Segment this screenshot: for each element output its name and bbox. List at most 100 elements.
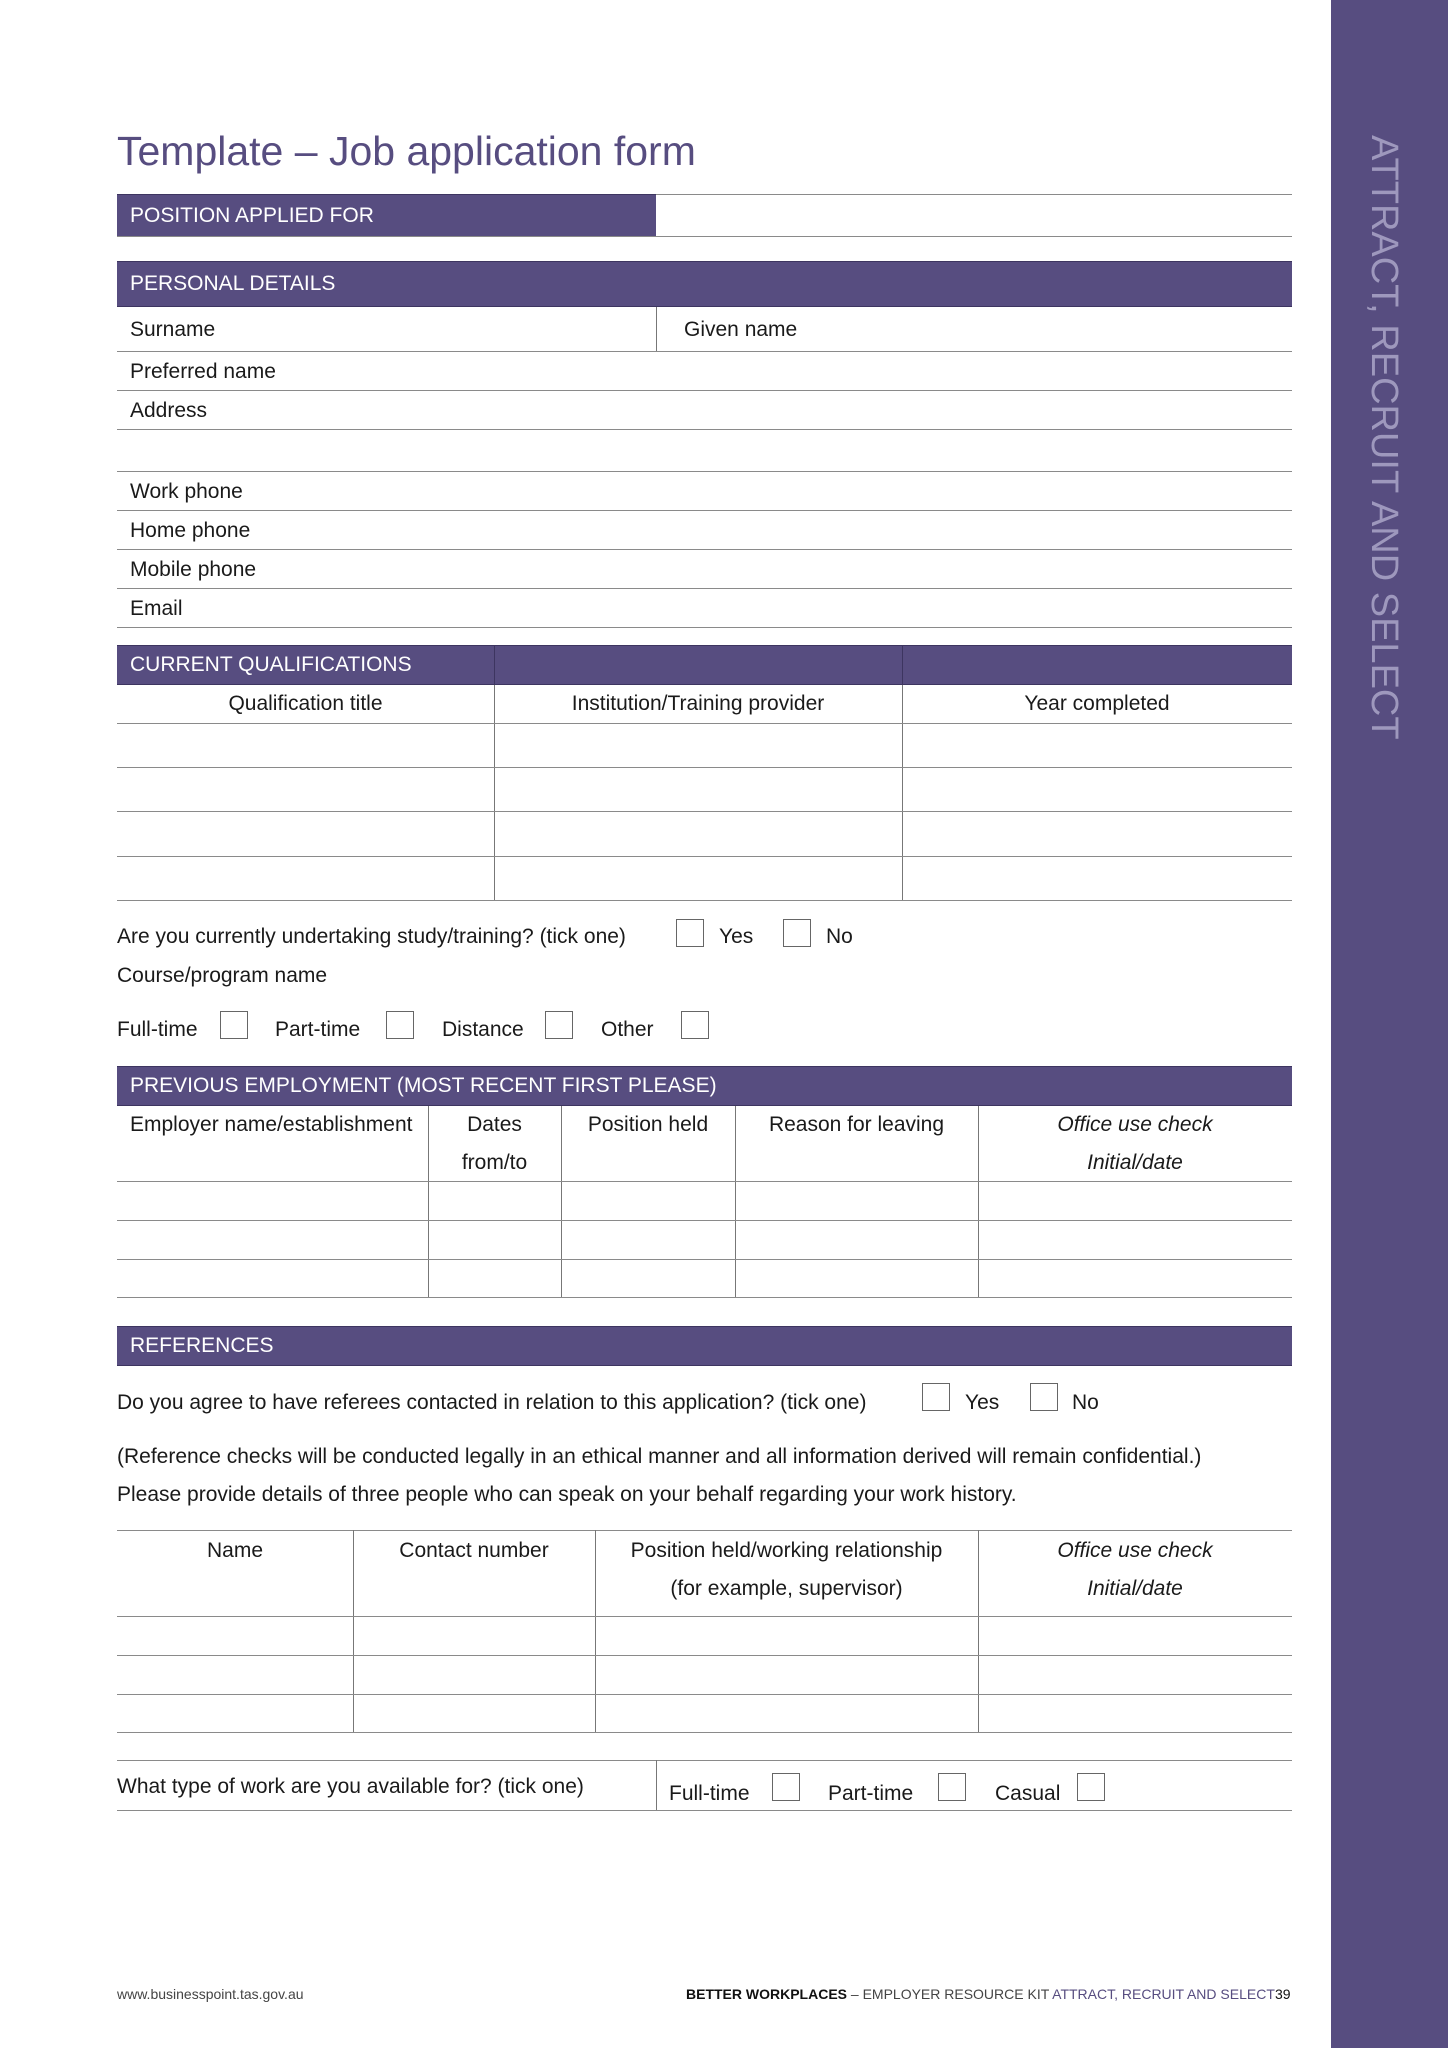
divider [656,1760,657,1810]
course-name-field[interactable]: Course/program name [117,964,327,988]
column-header: Initial/date [1087,1151,1183,1174]
avail-casual-checkbox[interactable] [1077,1773,1105,1801]
mode-label: Part-time [275,1018,361,1041]
divider [117,390,1292,391]
column-header: Position held [587,1113,709,1136]
given-name-field[interactable]: Given name [684,318,797,342]
divider [902,685,903,901]
column-header: (for example, supervisor) [670,1577,903,1600]
divider [117,723,1292,724]
study-no-checkbox[interactable] [783,919,811,947]
mode-label: Distance [442,1018,524,1041]
section-header-qualifications: CURRENT QUALIFICATIONS [117,645,1292,685]
divider [117,1810,1292,1811]
column-header: Dates [467,1113,522,1136]
referee-yes-label: Yes [965,1391,1000,1414]
column-header: Employer name/establishment [130,1113,413,1136]
referee-question: Do you agree to have referees contacted … [117,1391,867,1414]
divider [656,307,657,352]
table-row[interactable] [117,1732,1292,1733]
mode-label: Full-time [117,1018,198,1041]
column-header: Office use check [1057,1113,1213,1136]
reference-instruction: Please provide details of three people w… [117,1483,1017,1506]
section-title: REFERENCES [130,1334,274,1357]
referee-yes-checkbox[interactable] [922,1383,950,1411]
study-yes-label: Yes [719,925,754,948]
address-field[interactable]: Address [130,399,207,423]
referee-no-label: No [1072,1391,1099,1414]
avail-part-time-checkbox[interactable] [938,1773,966,1801]
column-header: Initial/date [1087,1577,1183,1600]
study-no-label: No [826,925,853,948]
divider [117,588,1292,589]
avail-full-time-checkbox[interactable] [772,1773,800,1801]
divider [117,236,1292,237]
divider [117,1760,1292,1761]
column-header: from/to [461,1151,528,1174]
mode-label: Other [601,1018,654,1041]
column-header: Qualification title [228,692,383,715]
study-question: Are you currently undertaking study/trai… [117,925,626,948]
section-title: POSITION APPLIED FOR [130,203,374,227]
column-header: Year completed [1024,692,1170,715]
column-header: Reason for leaving [768,1113,945,1136]
divider [117,510,1292,511]
mobile-phone-field[interactable]: Mobile phone [130,558,256,582]
column-header: Name [206,1539,264,1562]
table-row[interactable] [117,1259,1292,1260]
divider [117,1181,1292,1182]
divider [117,1530,1292,1531]
section-header-personal: PERSONAL DETAILS [117,261,1292,307]
other-checkbox[interactable] [681,1011,709,1039]
availability-label: Part-time [828,1782,914,1805]
section-header-position: POSITION APPLIED FOR [117,194,656,237]
home-phone-field[interactable]: Home phone [130,519,250,543]
section-title: PREVIOUS EMPLOYMENT (MOST RECENT FIRST P… [130,1074,717,1097]
surname-field[interactable]: Surname [130,318,215,342]
page-number: 39 [1275,1986,1291,2002]
column-header: Position held/working relationship [630,1539,943,1562]
divider [117,471,1292,472]
footer-kit: – EMPLOYER RESOURCE KIT [847,1986,1053,2002]
table-row[interactable] [117,1297,1292,1298]
availability-label: Casual [995,1782,1061,1805]
section-header-references: REFERENCES [117,1326,1292,1366]
table-row[interactable] [117,767,1292,768]
position-applied-field[interactable] [656,194,1292,237]
section-header-employment: PREVIOUS EMPLOYMENT (MOST RECENT FIRST P… [117,1066,1292,1106]
page-title: Template – Job application form [117,128,696,174]
column-header: Contact number [399,1539,549,1562]
part-time-checkbox[interactable] [386,1011,414,1039]
table-row[interactable] [117,811,1292,812]
preferred-name-field[interactable]: Preferred name [130,360,276,384]
section-title: CURRENT QUALIFICATIONS [130,653,412,676]
divider [117,429,1292,430]
full-time-checkbox[interactable] [220,1011,248,1039]
section-title: PERSONAL DETAILS [130,272,336,295]
divider [117,351,1292,352]
footer-url: www.businesspoint.tas.gov.au [117,1986,304,2002]
divider [117,549,1292,550]
column-header: Institution/Training provider [571,692,825,715]
table-row[interactable] [117,856,1292,857]
distance-checkbox[interactable] [545,1011,573,1039]
divider [117,1616,1292,1617]
reference-note: (Reference checks will be conducted lega… [117,1445,1202,1468]
footer-credit: BETTER WORKPLACES – EMPLOYER RESOURCE KI… [686,1986,1275,2002]
table-row[interactable] [117,900,1292,901]
column-header: Office use check [1057,1539,1213,1562]
footer-section: ATTRACT, RECRUIT AND SELECT [1052,1986,1275,2002]
availability-label: Full-time [669,1782,750,1805]
divider [494,685,495,901]
availability-question: What type of work are you available for?… [117,1775,584,1798]
email-field[interactable]: Email [130,597,183,621]
divider [117,627,1292,628]
sidebar-label: ATTRACT, RECRUIT AND SELECT [1363,135,1405,740]
footer-brand: BETTER WORKPLACES [686,1986,847,2002]
work-phone-field[interactable]: Work phone [130,480,243,504]
referee-no-checkbox[interactable] [1030,1383,1058,1411]
table-row[interactable] [117,1655,1292,1656]
table-row[interactable] [117,1694,1292,1695]
study-yes-checkbox[interactable] [676,919,704,947]
table-row[interactable] [117,1220,1292,1221]
